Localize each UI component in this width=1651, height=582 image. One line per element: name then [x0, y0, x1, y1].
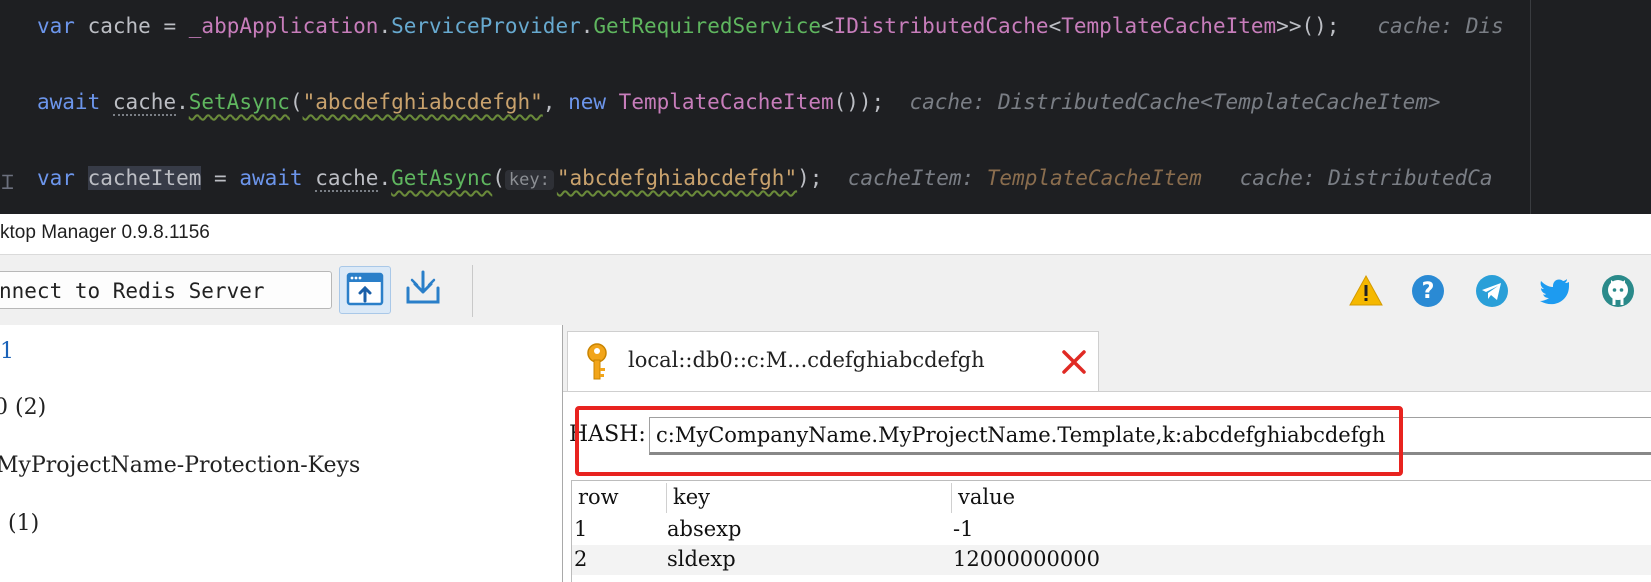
operator: = — [163, 14, 177, 38]
text-cursor-icon: Ɪ — [2, 170, 14, 194]
method-get-required-service: GetRequiredService — [593, 14, 821, 38]
field-abp-application: _abpApplication — [188, 14, 379, 38]
highlight-annotation-box — [575, 406, 1403, 476]
tab-label: local::db0::c:M...cdefghiabcdefgh — [628, 348, 985, 372]
method-get-async: GetAsync — [391, 166, 493, 190]
string-literal: "abcdefghiabcdefgh" — [302, 90, 543, 114]
column-header-value[interactable]: value — [958, 485, 1015, 509]
import-icon — [406, 270, 440, 304]
telegram-icon — [1476, 275, 1508, 307]
cell-key: absexp — [667, 517, 742, 541]
inlay-type-hint: cache: DistributedCa — [1239, 166, 1493, 190]
tree-item[interactable]: . (1) — [0, 511, 39, 536]
code-editor[interactable]: var cache = _abpApplication.ServiceProvi… — [0, 0, 1651, 214]
key-tab[interactable]: local::db0::c:M...cdefghiabcdefgh — [567, 331, 1099, 391]
keyword-var: var — [37, 14, 75, 38]
hash-values-table[interactable]: row key value 1 absexp -1 2 sldexp 12000… — [571, 480, 1651, 582]
type-idistributed-cache: IDistributedCache — [833, 14, 1049, 38]
code-line-1[interactable]: var cache = _abpApplication.ServiceProvi… — [37, 14, 1504, 38]
twitter-icon — [1540, 279, 1569, 305]
variable-cache: cache — [315, 166, 379, 192]
inlay-type-hint: cache: Dis — [1377, 14, 1504, 38]
keyword-await: await — [37, 90, 101, 114]
window-title: ktop Manager 0.9.8.1156 — [0, 222, 210, 243]
cell-value: 12000000000 — [953, 547, 1100, 571]
parameter-hint: key: — [504, 170, 554, 190]
github-button[interactable] — [1600, 273, 1636, 309]
table-header-row: row key value — [572, 481, 1651, 515]
tree-item[interactable]: 0 (2) — [0, 395, 46, 420]
cell-row: 2 — [574, 547, 588, 571]
property-service-provider: ServiceProvider — [391, 14, 581, 38]
tree-item[interactable]: 1 — [0, 339, 14, 364]
twitter-button[interactable] — [1537, 273, 1573, 309]
github-icon — [1602, 275, 1634, 307]
help-button[interactable]: ? — [1410, 273, 1446, 309]
warning-icon — [1349, 274, 1383, 306]
key-content-area: HASH: c:MyCompanyName.MyProjectName.Temp… — [563, 391, 1651, 582]
type-template-cache-item: TemplateCacheItem — [1061, 14, 1277, 38]
keyword-new: new — [568, 90, 607, 114]
cell-row: 1 — [574, 517, 588, 541]
table-row[interactable]: 1 absexp -1 — [572, 515, 1651, 545]
operator: = — [214, 166, 227, 190]
close-icon[interactable] — [1060, 348, 1088, 376]
variable-cache: cache — [112, 90, 177, 116]
column-header-row[interactable]: row — [578, 485, 619, 509]
svg-text:?: ? — [1422, 279, 1435, 304]
tree-item[interactable]: MyProjectName-Protection-Keys — [0, 453, 360, 478]
code-line-2[interactable]: await cache.SetAsync("abcdefghiabcdefgh"… — [37, 90, 1441, 116]
variable-cache: cache — [87, 14, 151, 38]
class-template-cache-item: TemplateCacheItem — [618, 90, 834, 114]
method-set-async: SetAsync — [188, 90, 290, 114]
inlay-hint-type: TemplateCacheItem — [986, 166, 1202, 190]
cell-value: -1 — [953, 517, 974, 541]
column-header-key[interactable]: key — [673, 485, 710, 509]
window-titlebar: ktop Manager 0.9.8.1156 — [0, 214, 1651, 254]
column-separator[interactable] — [666, 483, 667, 513]
editor-margin-line — [1530, 0, 1531, 214]
telegram-button[interactable] — [1474, 273, 1510, 309]
connect-to-redis-button[interactable]: nnect to Redis Server — [0, 271, 332, 309]
connection-tree[interactable]: 1 0 (2) MyProjectName-Protection-Keys . … — [0, 325, 563, 582]
table-row[interactable]: 2 sldexp 12000000000 — [572, 545, 1651, 575]
key-icon — [587, 343, 607, 380]
code-tail: >>(); — [1276, 14, 1340, 38]
cell-key: sldexp — [667, 547, 736, 571]
code-tail: ()); — [833, 90, 885, 114]
help-icon: ? — [1412, 275, 1444, 307]
keyword-await: await — [239, 166, 303, 190]
warning-button[interactable] — [1348, 273, 1384, 309]
open-console-icon — [346, 272, 384, 306]
open-console-button[interactable] — [339, 266, 391, 314]
toolbar: nnect to Redis Server ? — [0, 254, 1651, 326]
code-line-3[interactable]: var cacheItem = await cache.GetAsync(key… — [37, 166, 1493, 192]
variable-cache-item: cacheItem — [87, 166, 202, 190]
key-view-panel: local::db0::c:M...cdefghiabcdefgh HASH: … — [563, 325, 1651, 582]
keyword-var: var — [37, 166, 75, 190]
inlay-type-hint: cache: DistributedCache<TemplateCacheIte… — [909, 90, 1441, 114]
import-button[interactable] — [398, 266, 450, 314]
toolbar-separator — [472, 265, 473, 317]
inlay-hint-label: cacheItem: — [847, 166, 975, 190]
column-separator[interactable] — [951, 483, 952, 513]
code-tail: ); — [797, 166, 823, 190]
string-literal: "abcdefghiabcdefgh" — [556, 166, 798, 190]
